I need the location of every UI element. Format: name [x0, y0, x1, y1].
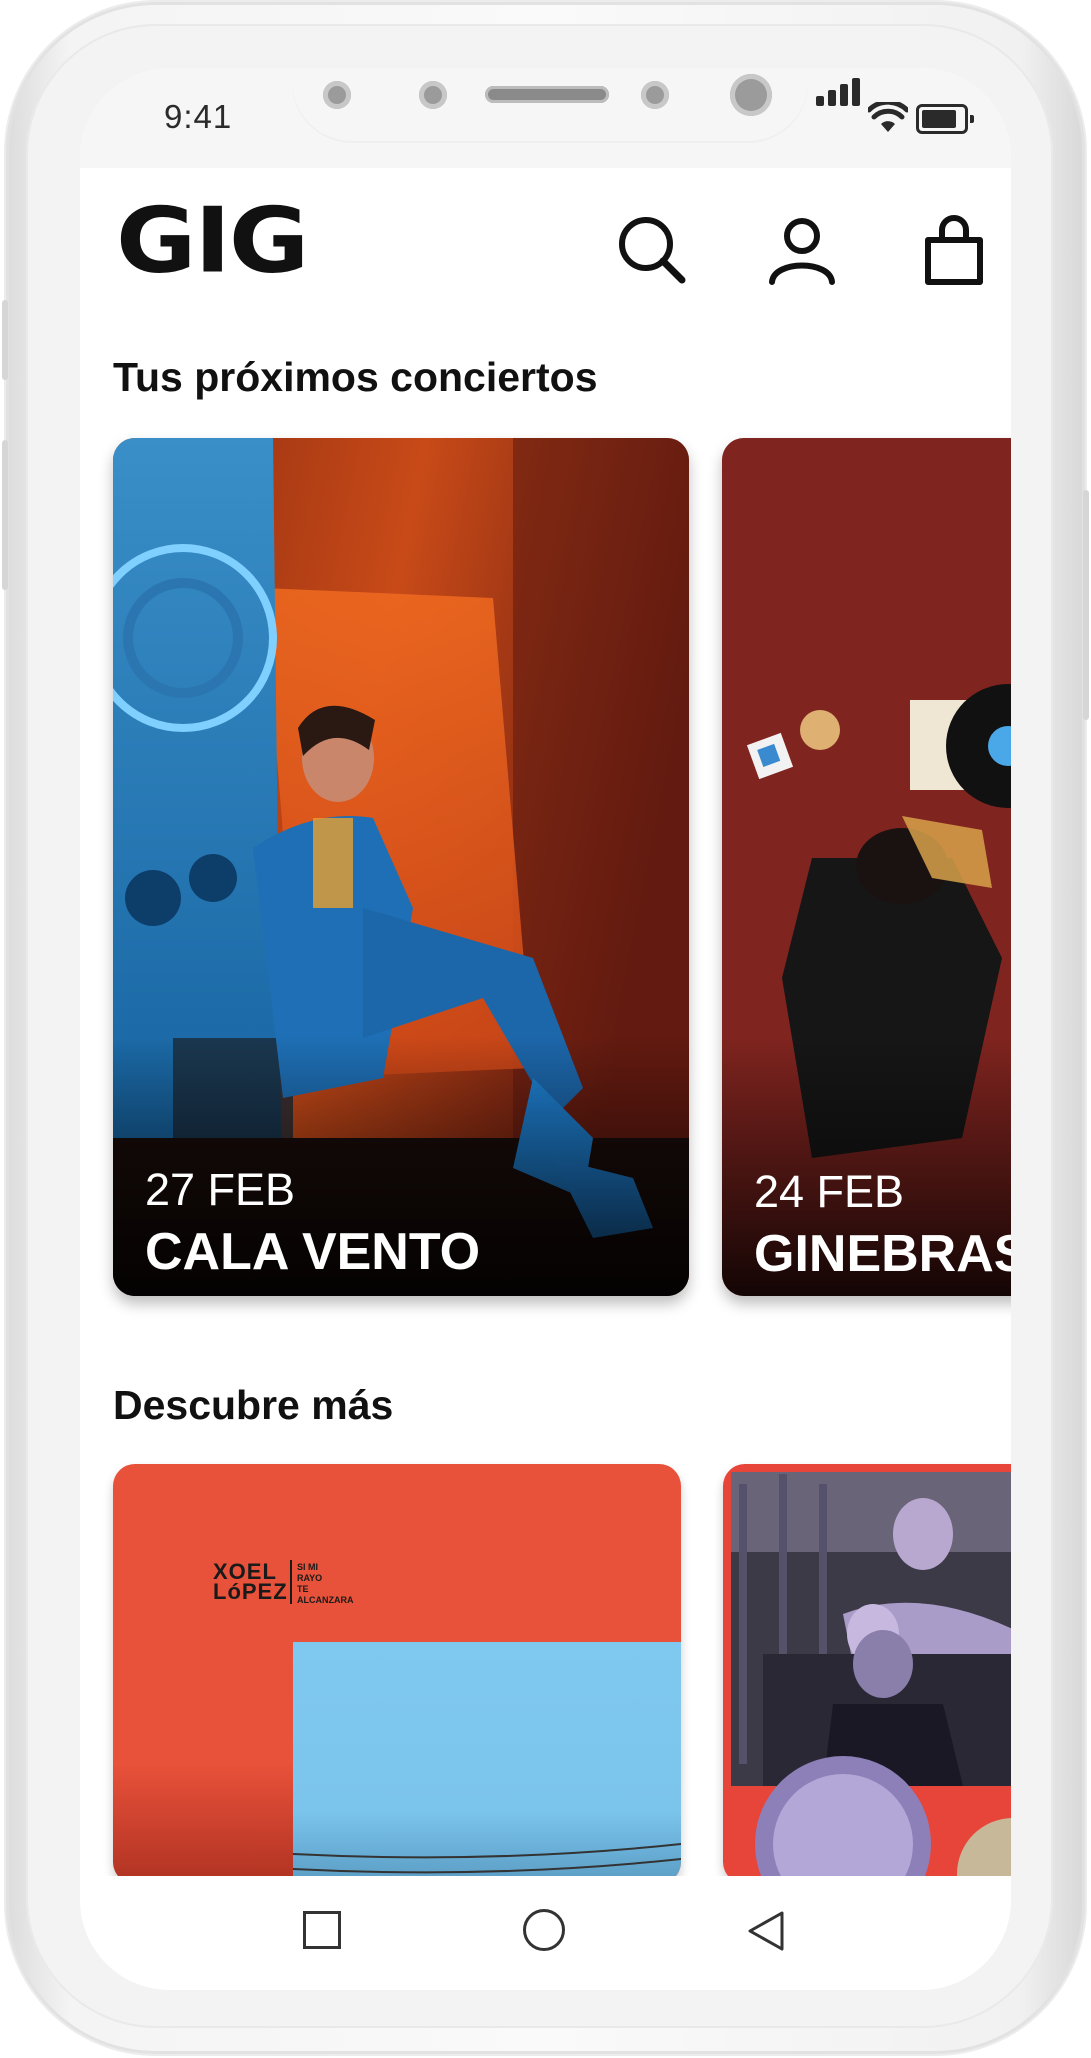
album-title-line: RAYO — [297, 1573, 323, 1583]
system-nav-bar — [80, 1876, 1011, 1990]
album-title-line: ALCANZARA — [297, 1595, 354, 1605]
album-artist-line: LóPEZ — [213, 1579, 288, 1604]
status-bar: 9:41 — [80, 68, 1011, 168]
notch — [292, 68, 808, 141]
app-logo[interactable]: GIG — [116, 196, 309, 286]
wifi-icon — [868, 102, 908, 132]
band-photo — [723, 1464, 1011, 1884]
sensor-icon — [323, 81, 351, 109]
discover-section-title: Descubre más — [113, 1382, 394, 1428]
album-title-line: SI MI — [297, 1562, 319, 1572]
battery-icon — [916, 104, 974, 134]
concert-card-ginebras[interactable]: 24 FEB GINEBRAS — [722, 438, 1011, 1296]
sensor-icon — [641, 81, 669, 109]
concert-date: 24 FEB — [754, 1166, 905, 1217]
front-camera-icon — [730, 74, 772, 116]
concert-artist: CALA VENTO — [145, 1223, 481, 1281]
upcoming-section-title: Tus próximos conciertos — [113, 354, 598, 400]
recent-apps-icon[interactable] — [303, 1911, 341, 1949]
album-title-text: SI MI RAYO TE ALCANZARA — [297, 1562, 354, 1606]
search-icon[interactable] — [616, 214, 688, 286]
home-icon[interactable] — [523, 1909, 565, 1951]
concert-card-cala-vento[interactable]: 27 FEB CALA VENTO — [113, 438, 689, 1296]
album-artist-text: XOEL LóPEZ — [213, 1561, 288, 1604]
power-lines — [293, 1843, 681, 1874]
album-title-line: TE — [297, 1584, 309, 1594]
concert-date: 27 FEB — [145, 1164, 296, 1215]
sensor-icon — [419, 81, 447, 109]
back-icon[interactable] — [746, 1909, 786, 1953]
status-time: 9:41 — [164, 98, 233, 135]
volume-up-button — [2, 300, 8, 380]
album-cover-shadow — [113, 1764, 293, 1884]
power-button — [1083, 490, 1089, 720]
volume-down-button — [2, 440, 8, 590]
concert-artist: GINEBRAS — [754, 1225, 1011, 1283]
discover-card-xoel-lopez[interactable]: XOEL LóPEZ SI MI RAYO TE ALCANZARA — [113, 1464, 681, 1884]
shopping-bag-icon[interactable] — [918, 214, 990, 286]
speaker-grille — [485, 86, 609, 103]
album-divider — [290, 1560, 292, 1604]
screen: 9:41 GIG Tus próximos conciertos 27 FEB … — [80, 68, 1011, 1990]
user-icon[interactable] — [766, 214, 838, 286]
discover-card-band[interactable] — [723, 1464, 1011, 1884]
